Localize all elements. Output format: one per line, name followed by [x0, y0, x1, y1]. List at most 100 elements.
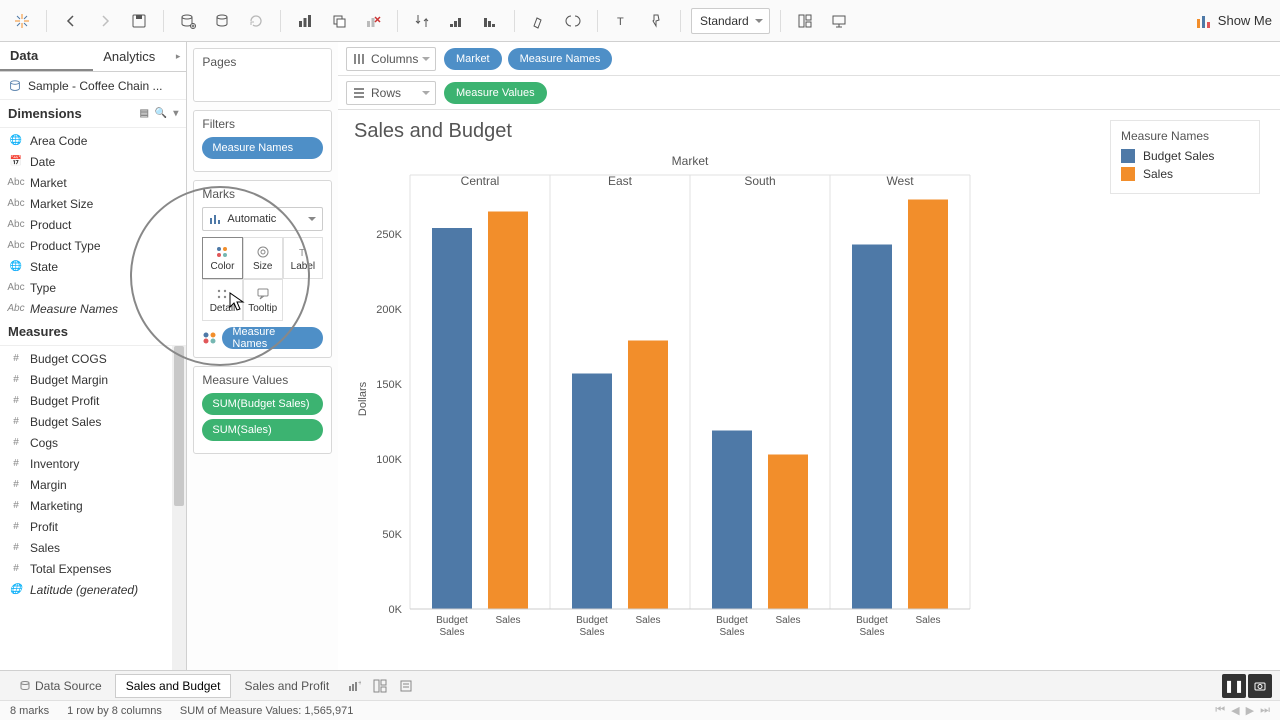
- measure-field[interactable]: #Profit: [0, 516, 186, 537]
- col-pill-measure-names[interactable]: Measure Names: [508, 48, 613, 70]
- filters-shelf[interactable]: Filters Measure Names: [193, 110, 332, 172]
- mv-pill-sales[interactable]: SUM(Sales): [202, 419, 323, 441]
- mv-pill-budget-sales[interactable]: SUM(Budget Sales): [202, 393, 323, 415]
- field-label: Market: [30, 176, 67, 190]
- rows-label[interactable]: Rows: [346, 81, 436, 105]
- new-story-icon[interactable]: [394, 674, 418, 698]
- status-marks: 8 marks: [10, 705, 49, 717]
- nav-first-icon[interactable]: ⏮: [1215, 704, 1225, 717]
- dimension-field[interactable]: AbcType: [0, 277, 186, 298]
- dimension-field[interactable]: 🌐Area Code: [0, 130, 186, 151]
- forward-icon[interactable]: [91, 7, 119, 35]
- dimension-field[interactable]: 📅Date: [0, 151, 186, 172]
- swap-icon[interactable]: [408, 7, 436, 35]
- col-pill-market[interactable]: Market: [444, 48, 502, 70]
- measure-field[interactable]: #Budget Profit: [0, 390, 186, 411]
- refresh-icon[interactable]: [242, 7, 270, 35]
- pause-icon[interactable]: ❚❚: [1222, 674, 1246, 698]
- hash-icon: #: [8, 374, 24, 385]
- dimension-field[interactable]: 🌐State: [0, 256, 186, 277]
- show-me-button[interactable]: Show Me: [1196, 13, 1272, 29]
- measure-field[interactable]: #Budget Sales: [0, 411, 186, 432]
- field-label: Budget Sales: [30, 415, 101, 429]
- marks-detail-button[interactable]: Detail: [202, 279, 242, 321]
- pages-shelf[interactable]: Pages: [193, 48, 332, 102]
- columns-label[interactable]: Columns: [346, 47, 436, 71]
- sort-asc-icon[interactable]: [442, 7, 470, 35]
- tab-data[interactable]: Data: [0, 42, 93, 71]
- field-label: Budget COGS: [30, 352, 107, 366]
- tab-analytics[interactable]: Analytics: [93, 42, 186, 71]
- tableau-logo-icon[interactable]: [8, 7, 36, 35]
- camera-icon[interactable]: [1248, 674, 1272, 698]
- search-icon[interactable]: 🔍: [155, 108, 167, 119]
- back-icon[interactable]: [57, 7, 85, 35]
- color-legend[interactable]: Measure Names Budget SalesSales: [1110, 120, 1260, 194]
- pin-icon[interactable]: [642, 7, 670, 35]
- marks-type-select[interactable]: Automatic: [202, 207, 323, 231]
- nav-last-icon[interactable]: ⏭: [1260, 704, 1270, 717]
- presentation-icon[interactable]: [825, 7, 853, 35]
- marks-color-pill[interactable]: Measure Names: [222, 327, 323, 349]
- chart-area[interactable]: 0K50K100K150K200K250KDollarsMarketCentra…: [350, 149, 1090, 670]
- save-icon[interactable]: [125, 7, 153, 35]
- measure-field[interactable]: # Budget Margin: [0, 369, 186, 390]
- dimension-field[interactable]: AbcMarket Size: [0, 193, 186, 214]
- measure-field[interactable]: #Total Expenses: [0, 558, 186, 579]
- new-datasource-icon[interactable]: [174, 7, 202, 35]
- field-label: Budget Margin: [30, 373, 108, 387]
- marks-title: Marks: [202, 187, 323, 201]
- datasource-tab[interactable]: Data Source: [8, 674, 113, 698]
- measure-field[interactable]: #Margin: [0, 474, 186, 495]
- new-worksheet-icon[interactable]: [291, 7, 319, 35]
- measures-scrollbar[interactable]: [172, 346, 186, 670]
- menu-caret-icon[interactable]: ▾: [173, 108, 178, 119]
- label-icon[interactable]: T: [608, 7, 636, 35]
- dimension-field[interactable]: AbcProduct Type: [0, 235, 186, 256]
- svg-text:Dollars: Dollars: [357, 381, 369, 416]
- pause-updates-icon[interactable]: [208, 7, 236, 35]
- legend-item[interactable]: Budget Sales: [1121, 149, 1249, 163]
- datasource-row[interactable]: Sample - Coffee Chain ...: [0, 72, 186, 100]
- sheet-tab-active[interactable]: Sales and Budget: [115, 674, 232, 698]
- marks-color-button[interactable]: Color: [202, 237, 242, 279]
- measure-field[interactable]: #Cogs: [0, 432, 186, 453]
- show-cards-icon[interactable]: [791, 7, 819, 35]
- view-list-icon[interactable]: ▤: [139, 108, 148, 119]
- cal-icon: 📅: [8, 156, 24, 167]
- duplicate-icon[interactable]: [325, 7, 353, 35]
- legend-item[interactable]: Sales: [1121, 167, 1249, 181]
- dimension-field[interactable]: AbcProduct: [0, 214, 186, 235]
- nav-next-icon[interactable]: ▶: [1246, 704, 1254, 717]
- globe-icon: 🌐: [8, 135, 24, 146]
- filter-pill-measure-names[interactable]: Measure Names: [202, 137, 323, 159]
- shelves-pane: Pages Filters Measure Names Marks Automa…: [187, 42, 338, 670]
- chart-title[interactable]: Sales and Budget: [350, 120, 1090, 143]
- clear-sheet-icon[interactable]: [359, 7, 387, 35]
- measure-field[interactable]: #Inventory: [0, 453, 186, 474]
- group-icon[interactable]: [559, 7, 587, 35]
- marks-size-button[interactable]: Size: [243, 237, 283, 279]
- measure-values-shelf[interactable]: Measure Values SUM(Budget Sales) SUM(Sal…: [193, 366, 332, 454]
- highlight-icon[interactable]: [525, 7, 553, 35]
- field-label: State: [30, 260, 58, 274]
- measure-field[interactable]: #Marketing: [0, 495, 186, 516]
- dimension-field[interactable]: AbcMarket: [0, 172, 186, 193]
- new-sheet-icon[interactable]: +: [342, 674, 366, 698]
- nav-prev-icon[interactable]: ◀: [1231, 704, 1239, 717]
- measure-field[interactable]: #Sales: [0, 537, 186, 558]
- rows-shelf[interactable]: Rows Measure Values: [338, 76, 1280, 110]
- svg-text:T: T: [299, 248, 305, 259]
- sort-desc-icon[interactable]: [476, 7, 504, 35]
- hash-icon: #: [8, 458, 24, 469]
- row-pill-measure-values[interactable]: Measure Values: [444, 82, 547, 104]
- marks-tooltip-button[interactable]: Tooltip: [243, 279, 283, 321]
- sheet-tab-2[interactable]: Sales and Profit: [233, 674, 340, 698]
- columns-shelf[interactable]: Columns Market Measure Names: [338, 42, 1280, 76]
- dimension-field[interactable]: AbcMeasure Names: [0, 298, 186, 318]
- new-dashboard-icon[interactable]: [368, 674, 392, 698]
- measure-field[interactable]: 🌐Latitude (generated): [0, 579, 186, 600]
- marks-label-button[interactable]: TLabel: [283, 237, 323, 279]
- measure-field[interactable]: #Budget COGS: [0, 348, 186, 369]
- fit-selector[interactable]: Standard: [691, 8, 770, 34]
